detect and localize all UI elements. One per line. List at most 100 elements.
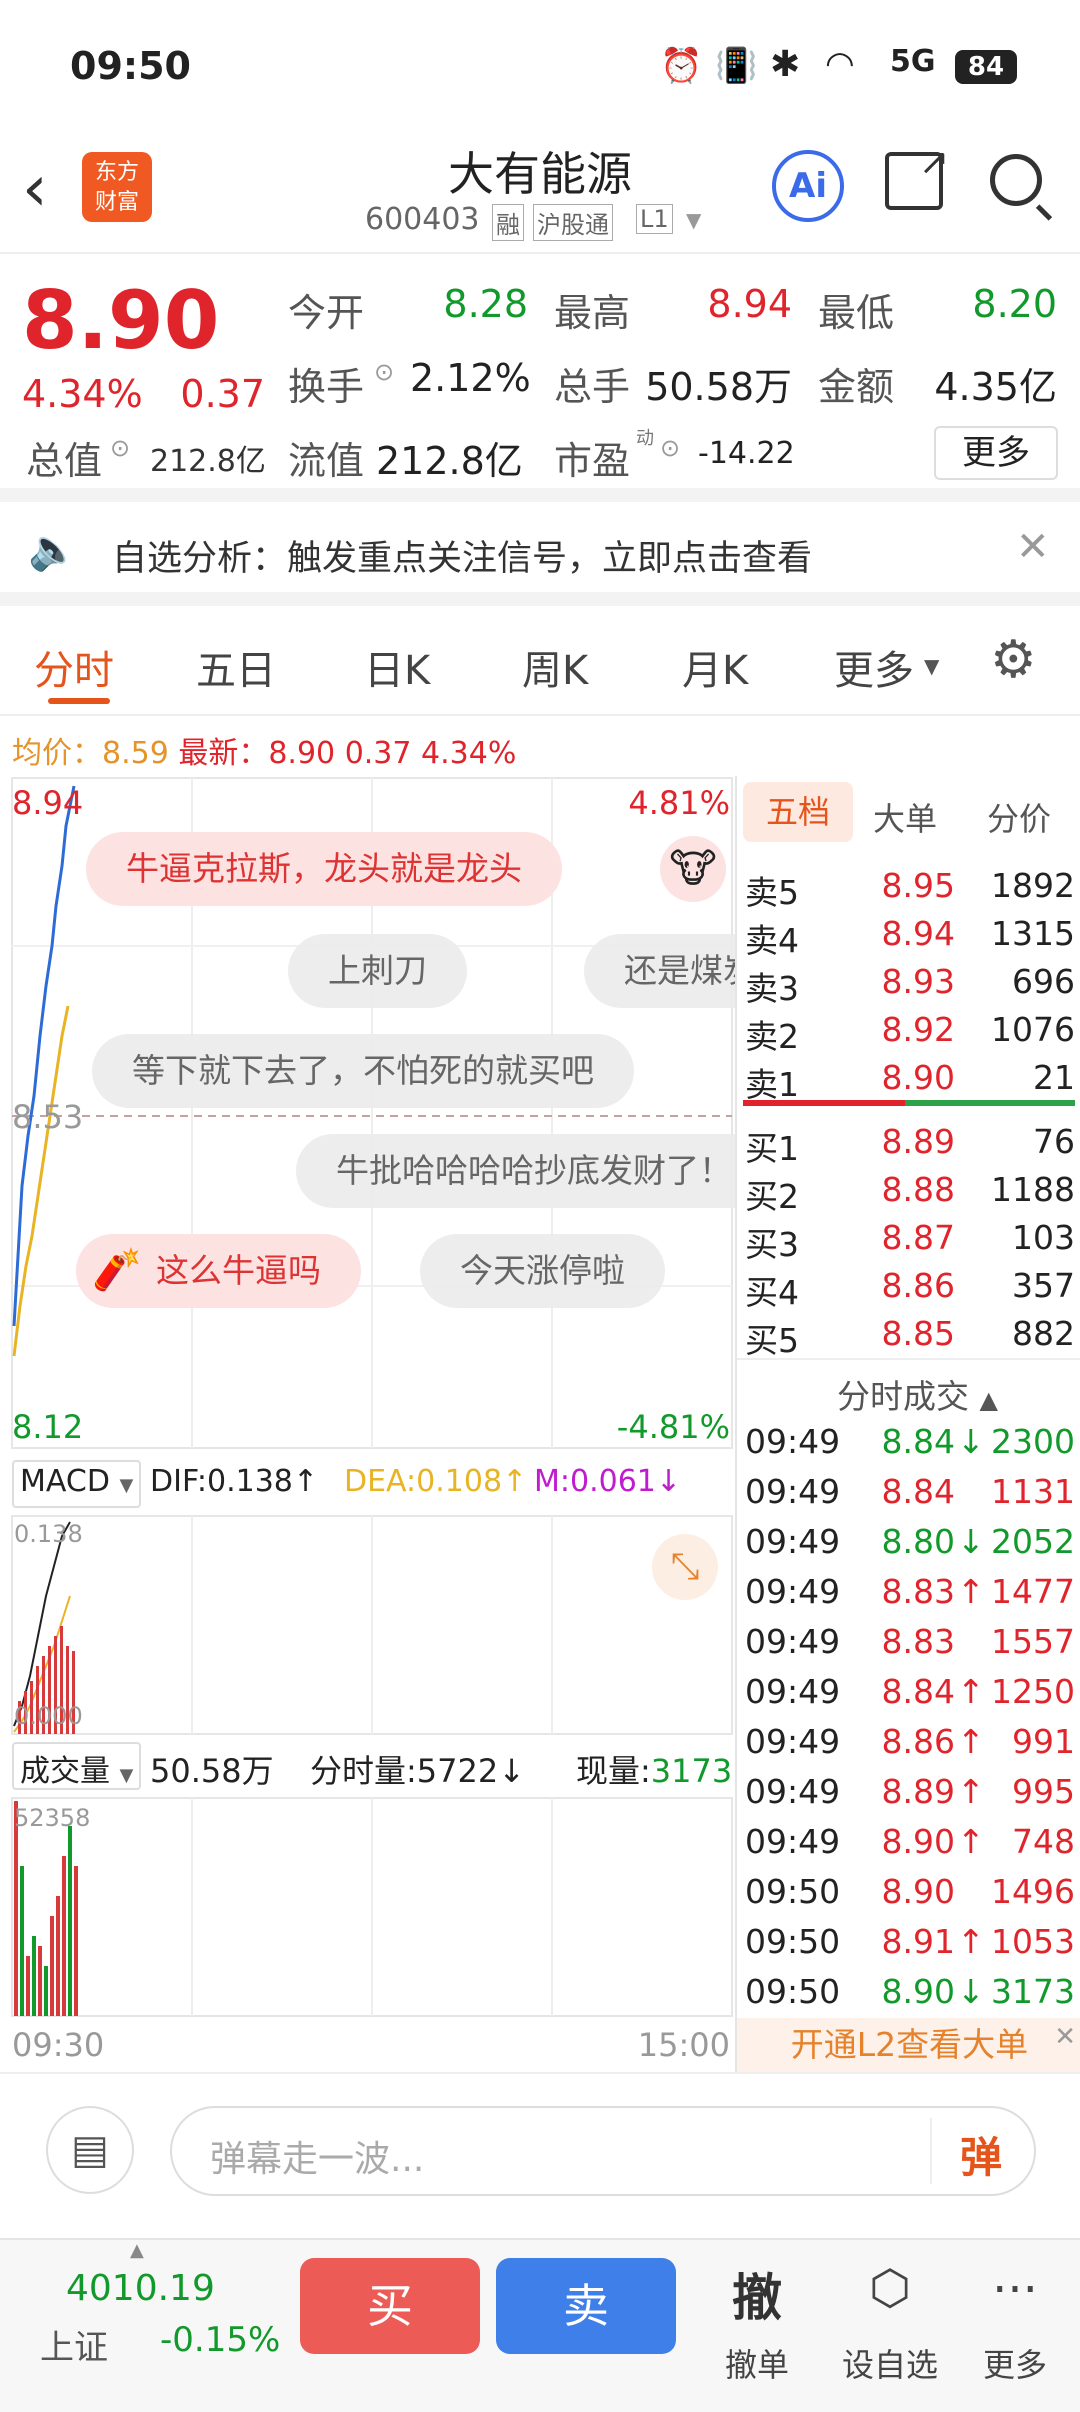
settings-icon[interactable]: ⚙ [990, 630, 1037, 690]
bid-volume: 76 [1033, 1122, 1075, 1161]
index-value[interactable]: 4010.19 [66, 2268, 215, 2309]
vibrate-icon: 📳 [715, 46, 758, 86]
more-label[interactable]: 更多 [970, 2340, 1060, 2386]
up-icon[interactable]: ▲ [130, 2240, 144, 2261]
ask-row: 卖5 8.95 1892 [745, 866, 1075, 914]
trade-row: 09:49 8.83 ↑ 1477 [745, 1572, 1075, 1620]
quote-panel: 8.90 4.34% 0.37 总值 ⊙ 212.8亿 今开 8.28 最高 8… [0, 254, 1080, 502]
volume-tick: 分时量:5722↓ [310, 1752, 526, 1790]
tab-monthly[interactable]: 月K [682, 638, 748, 696]
macd-selector[interactable]: MACD ▼ [12, 1460, 142, 1508]
ask-row: 卖3 8.93 696 [745, 962, 1075, 1010]
expand-icon[interactable]: ⤡ [652, 1534, 718, 1600]
tab-5day[interactable]: 五日 [196, 638, 276, 696]
tab-level5[interactable]: 五档 [743, 782, 853, 842]
trades-title-text: 分时成交 [837, 1377, 969, 1416]
cancel-order-icon[interactable]: 撤 [712, 2258, 802, 2330]
turnover-value: 2.12% [410, 356, 531, 400]
trade-row: 09:49 8.86 ↑ 991 [745, 1722, 1075, 1770]
cancel-order-label[interactable]: 撤单 [712, 2340, 802, 2386]
info-icon[interactable]: ⊙ [660, 434, 680, 462]
trade-row: 09:49 8.90 ↑ 748 [745, 1822, 1075, 1870]
tab-intraday[interactable]: 分时 [34, 638, 114, 696]
danmu-bubble[interactable]: 还是煤炭 [584, 934, 736, 1008]
bid-volume: 103 [1012, 1218, 1075, 1257]
add-watchlist-icon[interactable]: ⬡ [840, 2260, 940, 2316]
bid-row: 买4 8.86 357 [745, 1266, 1075, 1314]
chart-tabs: 分时 五日 日K 周K 月K 更多 ▼ ⚙ [0, 606, 1080, 716]
volume-value: 50.58万 [645, 365, 792, 409]
danmu-bubble[interactable]: 牛逼克拉斯，龙头就是龙头 [86, 832, 562, 906]
ask-volume: 696 [1012, 962, 1075, 1001]
trade-time: 09:49 [745, 1522, 841, 1561]
trade-time: 09:50 [745, 1872, 841, 1911]
bid-row: 买2 8.88 1188 [745, 1170, 1075, 1218]
info-icon[interactable]: ⊙ [110, 434, 130, 462]
trade-row: 09:49 8.84 1131 [745, 1472, 1075, 1520]
float-value: 212.8亿 [376, 439, 523, 483]
trade-row: 09:49 8.83 1557 [745, 1622, 1075, 1670]
macd-axis-top: 0.138 [14, 1520, 83, 1548]
ai-icon[interactable]: Ai [772, 150, 844, 222]
danmu-bubble[interactable]: 牛批哈哈哈哈抄底发财了！ [296, 1134, 736, 1208]
search-icon[interactable] [990, 154, 1053, 221]
trade-volume: 995 [1012, 1772, 1075, 1811]
l2-promo[interactable]: 开通L2查看大单 ✕ [737, 2018, 1080, 2072]
trade-volume: 748 [1012, 1822, 1075, 1861]
divider [930, 2118, 932, 2184]
ask-row: 卖2 8.92 1076 [745, 1010, 1075, 1058]
turnover-label: 换手 [288, 365, 365, 409]
buy-button[interactable]: 买 [300, 2258, 480, 2354]
close-icon[interactable]: ✕ [1016, 524, 1050, 570]
bid-label: 买4 [745, 1273, 799, 1312]
trade-time: 09:49 [745, 1822, 841, 1861]
trade-row: 09:50 8.90 ↓ 3173 [745, 1972, 1075, 2020]
danmu-input[interactable]: 弹幕走一波... 弹 [170, 2106, 1036, 2196]
info-icon[interactable]: ⊙ [374, 358, 394, 386]
trade-price: 8.80 [881, 1522, 955, 1561]
tab-price-dist[interactable]: 分价 [987, 794, 1051, 840]
danmu-bubble[interactable]: 今天涨停啦 [420, 1234, 665, 1308]
avatar: 🐮 [660, 836, 726, 902]
stock-code: 600403 [365, 202, 480, 237]
tag-margin: 融 [492, 204, 524, 241]
ask-label: 卖1 [745, 1065, 799, 1104]
danmu-send-button[interactable]: 弹 [960, 2124, 1002, 2185]
danmu-bubble[interactable]: 上刺刀 [288, 934, 467, 1008]
bid-label: 买3 [745, 1225, 799, 1264]
alert-banner[interactable]: 🔈 自选分析：触发重点关注信号，立即点击查看 ✕ [0, 502, 1080, 606]
index-percent: -0.15% [160, 2320, 281, 2360]
volume-label: 成交量 [20, 1754, 110, 1789]
tab-weekly[interactable]: 周K [522, 638, 588, 696]
tab-daily[interactable]: 日K [364, 638, 430, 696]
bid-price: 8.86 [881, 1266, 955, 1305]
change-percent: 4.34% [22, 372, 143, 416]
change-amount: 0.37 [180, 372, 265, 416]
trade-row: 09:49 8.84 ↑ 1250 [745, 1672, 1075, 1720]
add-watchlist-label[interactable]: 设自选 [830, 2340, 950, 2386]
l2-promo-text: 开通L2查看大单 [790, 2025, 1029, 2064]
more-button[interactable]: 更多 [934, 426, 1058, 480]
intraday-chart[interactable]: 8.94 4.81% 8.53 8.12 -4.81% 牛逼克拉斯，龙头就是龙头… [0, 716, 736, 2072]
pe-value: -14.22 [698, 436, 795, 471]
trades-title[interactable]: 分时成交 ▲ [837, 1370, 998, 1418]
ask-volume: 1892 [991, 866, 1075, 905]
trade-time: 09:50 [745, 1972, 841, 2011]
float-label: 流值 [288, 439, 365, 483]
volume-total: 50.58万 [150, 1752, 274, 1790]
volume-label: 总手 [554, 365, 631, 409]
share-icon[interactable]: ↗ [885, 142, 949, 210]
dropdown-icon[interactable]: ▼ [686, 208, 701, 232]
sell-button[interactable]: 卖 [496, 2258, 676, 2354]
trade-volume: 1131 [991, 1472, 1075, 1511]
current-price: 8.90 [22, 274, 220, 367]
danmu-bubble[interactable]: 等下就下去了，不怕死的就买吧 [92, 1034, 634, 1108]
trade-time: 09:49 [745, 1672, 841, 1711]
tab-big-orders[interactable]: 大单 [873, 794, 937, 840]
tab-more[interactable]: 更多 [834, 638, 914, 696]
danmu-settings-icon[interactable]: ▤ [46, 2106, 134, 2194]
volume-selector[interactable]: 成交量 ▼ [12, 1742, 142, 1790]
more-icon[interactable]: ··· [970, 2262, 1060, 2318]
bid-label: 买2 [745, 1177, 799, 1216]
chart-grid [11, 777, 733, 2017]
